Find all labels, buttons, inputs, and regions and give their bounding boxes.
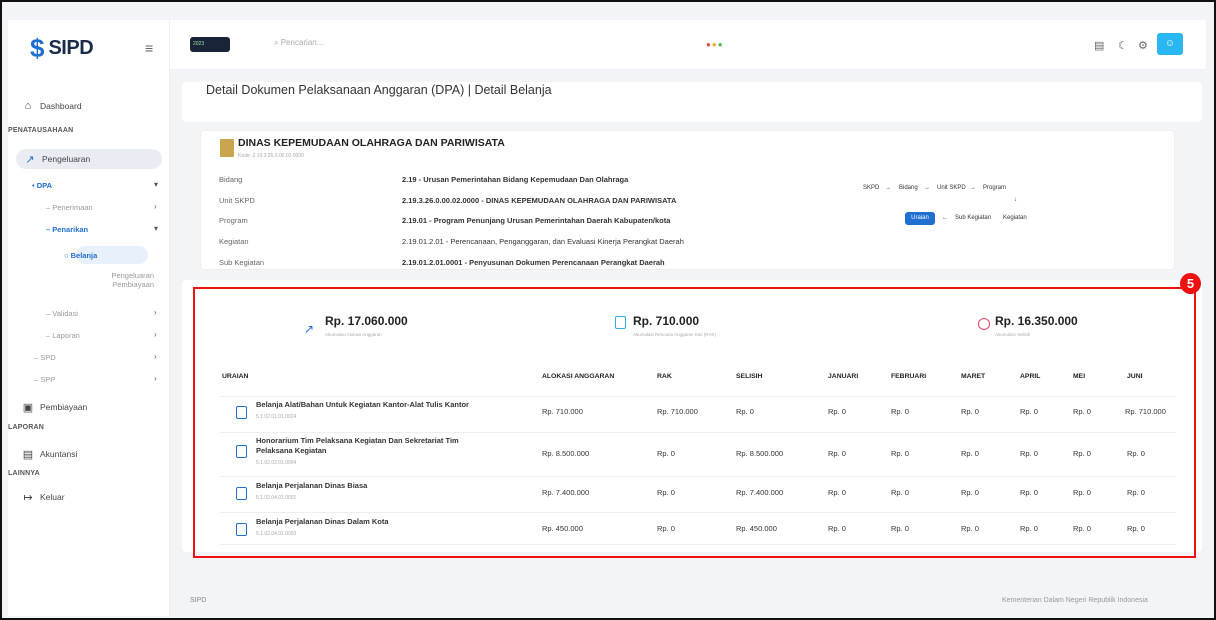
chevron-right-icon[interactable]: › [154, 330, 157, 339]
sidebar-item-dashboard[interactable]: ⌂ Dashboard [8, 98, 170, 114]
year-badge-label: 2023 [193, 41, 205, 47]
flow-step: SKPD [863, 185, 880, 191]
sidebar-item-label: Pengeluaran [111, 271, 154, 280]
page-title: Detail Dokumen Pelaksanaan Anggaran (DPA… [206, 83, 552, 97]
flow-step: Sub Kegiatan [955, 215, 992, 221]
logout-icon: ↦ [23, 491, 33, 504]
instansi-name: DINAS KEPEMUDAAN OLAHRAGA DAN PARIWISATA [238, 137, 505, 149]
chevron-right-icon[interactable]: › [154, 374, 157, 383]
flow-step: Kegiatan [1003, 215, 1027, 221]
sidebar-item-label: Penerimaan [52, 203, 93, 212]
home-icon: ⌂ [24, 100, 32, 112]
sidebar-item-label: Keluar [40, 492, 65, 502]
detail-label: Program [219, 216, 248, 225]
section-header-penatausahaan: PENATAUSAHAAN [8, 127, 74, 134]
section-header-lainnya: LAINNYA [8, 470, 40, 477]
sidebar-item-label: Pengeluaran [42, 154, 91, 164]
search-icon: ⌕ [274, 38, 281, 47]
sidebar: $ SIPD ≡ ⌂ Dashboard PENATAUSAHAAN ↗ Pen… [8, 20, 170, 616]
sidebar-item-dpa[interactable]: • DPA [32, 181, 52, 190]
footer-right: Kementerian Dalam Negeri Republik Indone… [1002, 597, 1148, 604]
detail-label: Sub Kegiatan [219, 258, 265, 267]
sidebar-item-label: Akuntansi [40, 449, 78, 459]
gear-icon[interactable]: ⚙ [1138, 39, 1148, 52]
sidebar-item-pengeluaran[interactable]: ↗ Pengeluaran [8, 151, 170, 167]
flow-step: Unit SKPD [937, 185, 966, 191]
sidebar-item-spd[interactable]: – SPD [34, 353, 56, 362]
sidebar-item-spp[interactable]: – SPP [34, 375, 55, 384]
year-badge[interactable]: 2023 [190, 37, 230, 52]
chevron-right-icon[interactable]: › [154, 352, 157, 361]
detail-value: 2.19.01.2.01.0001 - Penyusunan Dokumen P… [402, 258, 665, 267]
sidebar-item-label: Pembiayaan [112, 280, 154, 289]
flow-step-uraian[interactable]: Uraian [905, 212, 935, 225]
search-placeholder: Pencarian... [280, 38, 324, 47]
search-input[interactable]: ⌕ Pencarian... [274, 38, 323, 48]
detail-label: Kegiatan [219, 237, 249, 246]
flow-step: Program [983, 185, 1007, 191]
document-icon: ▤ [22, 448, 34, 461]
logo[interactable]: $ SIPD [30, 33, 94, 63]
arrow-left-icon: ← [942, 215, 948, 221]
chevron-right-icon[interactable]: › [154, 308, 157, 317]
detail-label: Bidang [219, 175, 243, 184]
wallet-icon: ▣ [22, 401, 34, 414]
arrow-right-icon: → [970, 185, 976, 191]
sidebar-item-belanja[interactable]: ○ Belanja [64, 251, 97, 260]
flow-step: Bidang [899, 185, 918, 191]
chevron-down-icon[interactable]: ▾ [154, 224, 158, 233]
detail-value: 2.19 - Urusan Pemerintahan Bidang Kepemu… [402, 175, 629, 184]
detail-value: 2.19.3.26.0.00.02.0000 - DINAS KEPEMUDAA… [402, 196, 677, 205]
sidebar-item-validasi[interactable]: – Validasi [46, 309, 78, 318]
sidebar-item-pengeluaran-pembiayaan[interactable]: Pengeluaran Pembiayaan [64, 271, 154, 289]
menu-toggle-icon[interactable]: ≡ [145, 40, 153, 56]
annotation-badge: 5 [1180, 273, 1201, 294]
detail-value: 2.19.01.2.01 - Perencanaan, Penganggaran… [402, 237, 684, 246]
logo-text: SIPD [48, 36, 94, 59]
chevron-down-icon[interactable]: ▾ [154, 180, 158, 189]
sidebar-item-label: Validasi [52, 309, 78, 318]
sidebar-item-label: SPP [40, 375, 56, 384]
sidebar-item-label: Laporan [52, 331, 80, 340]
sidebar-item-laporan[interactable]: – Laporan [46, 331, 80, 340]
arrow-right-icon: → [885, 185, 891, 191]
sidebar-item-akuntansi[interactable]: ▤ Akuntansi [8, 446, 170, 462]
detail-label: Unit SKPD [219, 196, 255, 205]
instansi-kode: Kode: 2.19.3.26.0.00.02.0000 [238, 153, 304, 159]
sidebar-item-keluar[interactable]: ↦ Keluar [8, 489, 170, 505]
status-dots: ●●● [706, 40, 724, 49]
sidebar-item-label: Belanja [70, 251, 98, 260]
topbar: 2023 ⌕ Pencarian... ●●● ▤ ☾ ⚙ ☺ [170, 20, 1206, 70]
logo-icon: $ [30, 33, 45, 63]
info-card [200, 130, 1175, 270]
sidebar-item-label: Dashboard [40, 101, 82, 111]
sidebar-item-label: Penarikan [52, 225, 89, 234]
trend-icon: ↗ [25, 153, 35, 166]
sidebar-item-penerimaan[interactable]: – Penerimaan [46, 203, 93, 212]
arrow-down-icon: ↓ [1014, 197, 1017, 203]
sidebar-item-pembiayaan[interactable]: ▣ Pembiayaan [8, 399, 170, 415]
sidebar-item-label: Pembiayaan [40, 402, 88, 412]
sidebar-item-label: DPA [36, 181, 52, 190]
detail-value: 2.19.01 - Program Penunjang Urusan Pemer… [402, 216, 671, 225]
calendar-icon[interactable]: ▤ [1094, 39, 1104, 52]
footer-left: SIPD [190, 597, 207, 604]
app-frame: $ SIPD ≡ ⌂ Dashboard PENATAUSAHAAN ↗ Pen… [0, 0, 1216, 620]
building-icon [220, 139, 234, 157]
sidebar-item-penarikan[interactable]: – Penarikan [46, 225, 88, 234]
chevron-right-icon[interactable]: › [154, 202, 157, 211]
sidebar-item-label: SPD [40, 353, 56, 362]
moon-icon[interactable]: ☾ [1118, 39, 1128, 52]
section-header-laporan: LAPORAN [8, 424, 45, 431]
avatar[interactable]: ☺ [1157, 33, 1183, 55]
arrow-right-icon: → [924, 185, 930, 191]
annotation-highlight-box [193, 287, 1196, 558]
